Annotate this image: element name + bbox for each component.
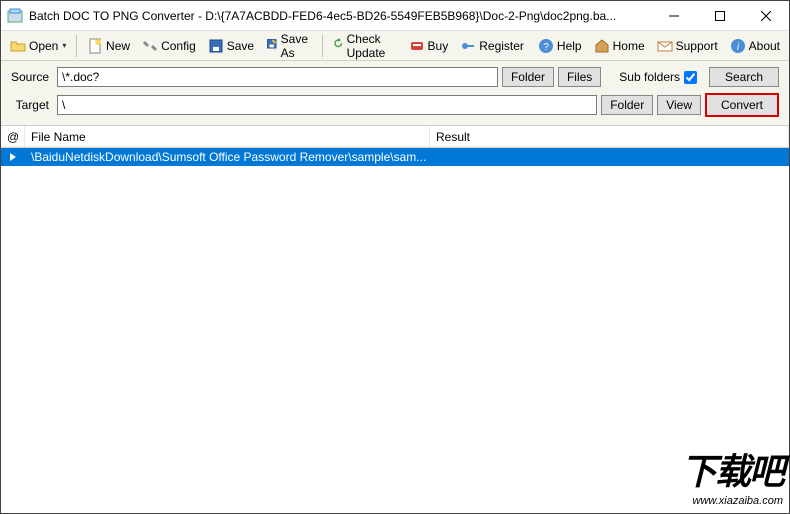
new-button[interactable]: New — [82, 35, 135, 57]
check-update-button[interactable]: Check Update — [328, 29, 401, 63]
source-label: Source — [11, 70, 49, 84]
watermark: 下载吧 www.xiazaiba.com — [681, 443, 783, 507]
cart-icon — [409, 38, 425, 54]
new-file-icon — [87, 38, 103, 54]
window-controls — [651, 1, 789, 30]
folder-open-icon — [10, 38, 26, 54]
support-button[interactable]: Support — [652, 35, 723, 57]
svg-text:?: ? — [543, 42, 549, 53]
save-as-button[interactable]: Save As — [261, 29, 317, 63]
info-icon: i — [730, 38, 746, 54]
register-button[interactable]: Register — [455, 35, 529, 57]
minimize-button[interactable] — [651, 1, 697, 31]
row-file-name: \BaiduNetdiskDownload\Sumsoft Office Pas… — [25, 150, 430, 164]
col-at[interactable]: @ — [1, 126, 25, 147]
buy-button[interactable]: Buy — [404, 35, 454, 57]
sub-folders-label: Sub folders — [619, 70, 680, 84]
floppy-icon — [208, 38, 224, 54]
main-toolbar: Open ▾ New Config Save Save As Check Upd… — [1, 31, 789, 61]
home-button[interactable]: Home — [589, 35, 650, 57]
about-button[interactable]: i About — [725, 35, 785, 57]
target-row: Target Folder View Convert — [11, 93, 779, 117]
source-files-button[interactable]: Files — [558, 67, 601, 87]
tools-icon — [142, 38, 158, 54]
close-button[interactable] — [743, 1, 789, 31]
source-folder-button[interactable]: Folder — [502, 67, 554, 87]
table-row[interactable]: \BaiduNetdiskDownload\Sumsoft Office Pas… — [1, 148, 789, 166]
sub-folders-checkbox[interactable] — [684, 71, 697, 84]
save-button[interactable]: Save — [203, 35, 259, 57]
source-input[interactable] — [57, 67, 498, 87]
open-button[interactable]: Open ▾ — [5, 35, 71, 57]
search-button[interactable]: Search — [709, 67, 779, 87]
help-button[interactable]: ? Help — [533, 35, 587, 57]
target-input[interactable] — [57, 95, 597, 115]
target-view-button[interactable]: View — [657, 95, 701, 115]
watermark-url: www.xiazaiba.com — [681, 495, 783, 507]
title-bar: Batch DOC TO PNG Converter - D:\{7A7ACBD… — [1, 1, 789, 31]
col-result[interactable]: Result — [430, 126, 789, 147]
floppy-edit-icon — [266, 38, 278, 54]
row-arrow-icon — [1, 153, 25, 161]
separator — [322, 35, 323, 57]
source-row: Source Folder Files Sub folders Search — [11, 67, 779, 87]
maximize-button[interactable] — [697, 1, 743, 31]
table-header: @ File Name Result — [1, 126, 789, 148]
help-icon: ? — [538, 38, 554, 54]
app-icon — [7, 8, 23, 24]
sub-folders-option[interactable]: Sub folders — [619, 70, 697, 84]
key-icon — [460, 38, 476, 54]
mail-icon — [657, 38, 673, 54]
target-folder-button[interactable]: Folder — [601, 95, 653, 115]
target-label: Target — [11, 98, 49, 112]
home-icon — [594, 38, 610, 54]
config-button[interactable]: Config — [137, 35, 201, 57]
refresh-icon — [333, 38, 344, 54]
chevron-down-icon: ▾ — [62, 41, 66, 50]
convert-button[interactable]: Convert — [705, 93, 779, 117]
watermark-text: 下载吧 — [681, 443, 783, 495]
col-file-name[interactable]: File Name — [25, 126, 430, 147]
table-body: \BaiduNetdiskDownload\Sumsoft Office Pas… — [1, 148, 789, 166]
form-area: Source Folder Files Sub folders Search T… — [1, 61, 789, 126]
separator — [76, 35, 77, 57]
window-title: Batch DOC TO PNG Converter - D:\{7A7ACBD… — [29, 9, 651, 23]
